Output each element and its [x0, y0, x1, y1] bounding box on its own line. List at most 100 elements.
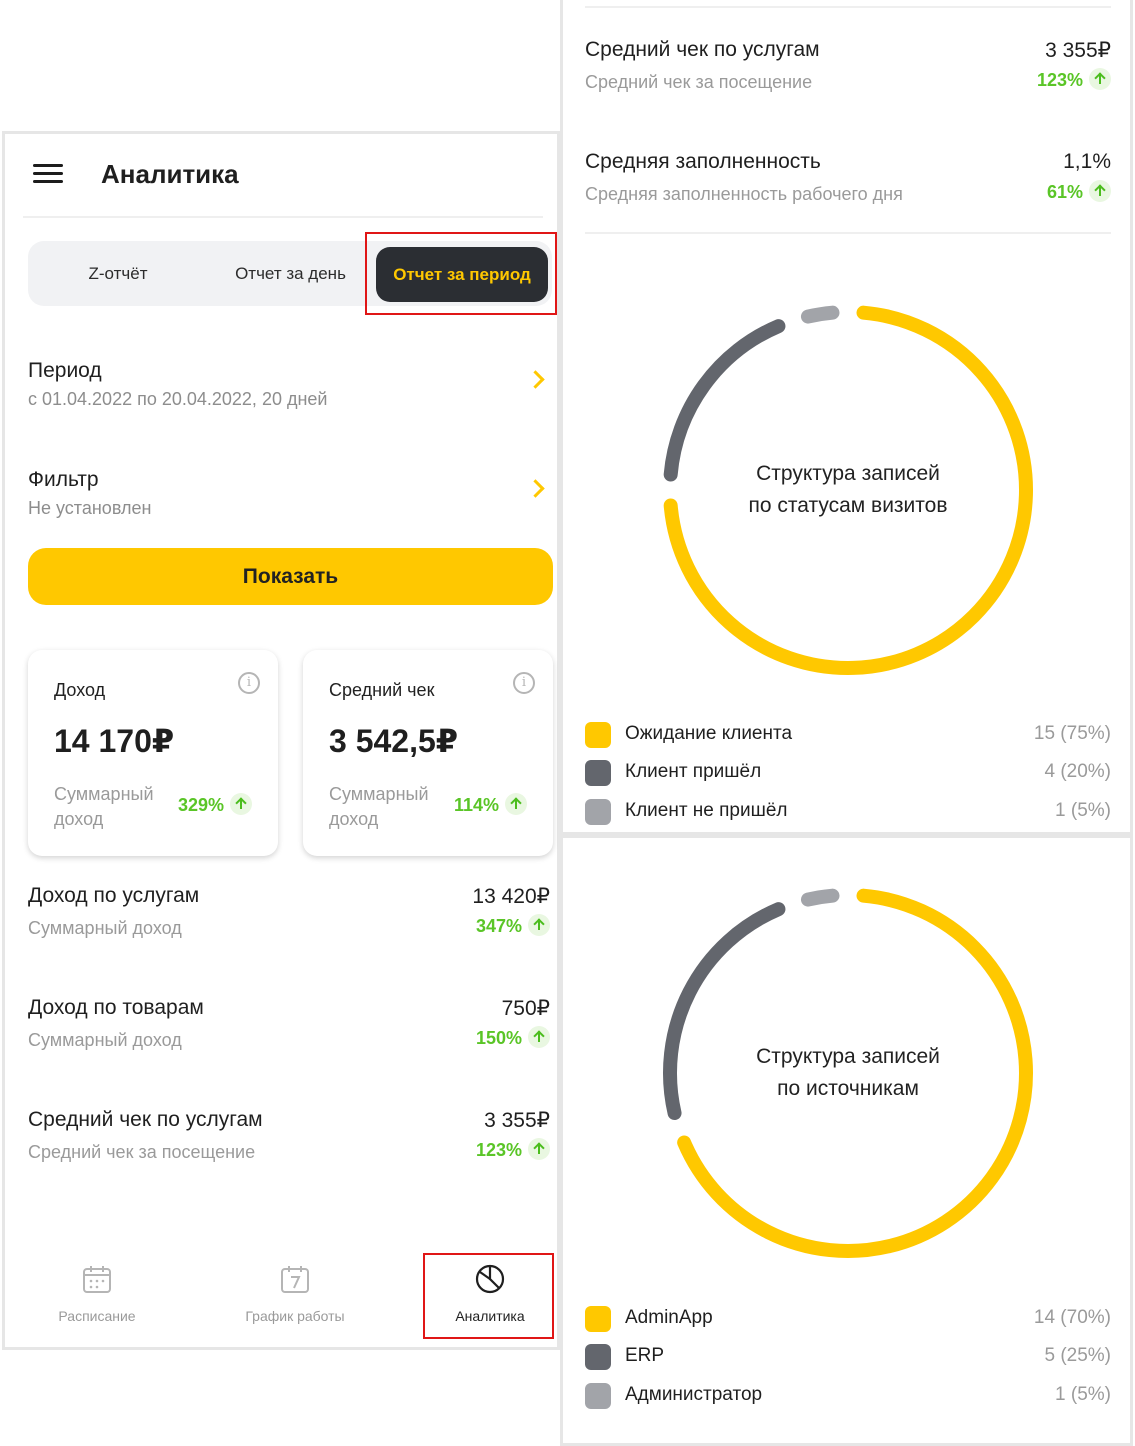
metric-subtitle: Средний чек за посещение	[585, 72, 813, 92]
calendar-icon	[83, 1266, 111, 1293]
metric-percent: 347%	[476, 914, 550, 938]
metric-subtitle: Суммарный доход	[28, 1030, 182, 1050]
metric-title: Средняя заполненность	[585, 150, 821, 173]
nav-schedule[interactable]: Расписание	[5, 1244, 189, 1344]
chart-title-line-1: Структура записей	[756, 462, 940, 485]
card-value: 3 542,5₽	[329, 723, 459, 759]
filter-value: Не установлен	[28, 498, 152, 518]
legend-label: Администратор	[625, 1384, 763, 1405]
source-donut-chart: Структура записей по источникам	[658, 883, 1038, 1263]
legend-item: AdminApp 14 (70%)	[585, 1305, 1111, 1333]
metric-average-occupancy: Средняя заполненность Средняя заполненно…	[585, 150, 1111, 220]
card-subtitle: Суммарный доход	[329, 784, 429, 829]
legend-count: 15 (75%)	[1033, 723, 1111, 744]
legend-item: Ожидание клиента 15 (75%)	[585, 721, 1111, 749]
legend-count: 1 (5%)	[1055, 800, 1111, 821]
highlight-frame	[423, 1253, 554, 1339]
average-check-card: Средний чек i 3 542,5₽ Суммарный доход 1…	[303, 650, 553, 856]
legend-swatch	[585, 760, 611, 786]
status-donut-chart: Структура записей по статусам визитов	[658, 300, 1038, 680]
legend-item: ERP 5 (25%)	[585, 1343, 1111, 1371]
menu-icon[interactable]	[33, 164, 63, 184]
calendar-7-icon	[281, 1266, 309, 1293]
metric-value: 750₽	[501, 997, 550, 1020]
period-value: с 01.04.2022 по 20.04.2022, 20 дней	[28, 389, 328, 409]
metric-subtitle: Средний чек за посещение	[28, 1142, 256, 1162]
chart-title-line-2: по статусам визитов	[748, 494, 948, 517]
tab-day-report[interactable]: Отчет за день	[208, 241, 373, 306]
divider	[585, 6, 1111, 8]
arrow-up-icon	[230, 793, 252, 816]
metric-percent: 150%	[476, 1026, 550, 1050]
show-button[interactable]: Показать	[28, 548, 553, 605]
arrow-up-icon	[1089, 68, 1111, 91]
chart-title-line-1: Структура записей	[756, 1045, 940, 1068]
highlight-frame	[365, 232, 557, 315]
tab-z-report[interactable]: Z-отчёт	[28, 241, 208, 306]
metric-service-average-check: Средний чек по услугам Средний чек за по…	[585, 38, 1111, 108]
card-label: Доход	[54, 680, 106, 700]
metric-value: 1,1%	[1063, 150, 1111, 173]
page-title: Аналитика	[101, 159, 239, 189]
filter-selector[interactable]: Фильтр Не установлен	[28, 468, 548, 519]
nav-label: Расписание	[58, 1308, 136, 1324]
metric-title: Средний чек по услугам	[28, 1108, 263, 1131]
status-structure-panel: Средний чек по услугам Средний чек за по…	[560, 0, 1133, 835]
metric-service-average-check: Средний чек по услугам Средний чек за по…	[28, 1108, 550, 1178]
analytics-screen: Аналитика Z-отчёт Отчет за день Отчет за…	[2, 131, 560, 1350]
legend-item: Администратор 1 (5%)	[585, 1382, 1111, 1410]
app-header: Аналитика	[23, 134, 543, 218]
metric-subtitle: Суммарный доход	[28, 918, 182, 938]
legend-swatch	[585, 722, 611, 748]
donut-segment-2	[800, 305, 840, 324]
legend-label: Клиент пришёл	[625, 761, 762, 782]
info-icon[interactable]: i	[513, 672, 535, 694]
metric-title: Доход по услугам	[28, 884, 200, 907]
metric-value: 3 355₽	[1045, 39, 1111, 62]
metric-value: 3 355₽	[484, 1109, 550, 1132]
legend-swatch	[585, 1383, 611, 1409]
arrow-up-icon	[528, 914, 550, 937]
source-structure-panel: Структура записей по источникам AdminApp…	[560, 835, 1133, 1446]
metric-title: Доход по товарам	[28, 996, 204, 1019]
legend-swatch	[585, 1344, 611, 1370]
metric-value: 13 420₽	[472, 885, 550, 908]
legend-count: 1 (5%)	[1055, 1384, 1111, 1405]
period-title: Период	[28, 359, 102, 382]
legend-label: Ожидание клиента	[625, 723, 793, 744]
card-percent: 329%	[178, 793, 252, 817]
legend-item: Клиент пришёл 4 (20%)	[585, 759, 1111, 787]
legend-item: Клиент не пришёл 1 (5%)	[585, 798, 1111, 826]
legend-label: ERP	[625, 1345, 665, 1366]
nav-label: График работы	[245, 1308, 345, 1324]
metric-service-income: Доход по услугам Суммарный доход 13 420₽…	[28, 884, 550, 954]
legend-count: 14 (70%)	[1033, 1307, 1111, 1328]
legend-count: 4 (20%)	[1044, 761, 1111, 782]
nav-work-schedule[interactable]: График работы	[203, 1244, 387, 1344]
metric-percent: 123%	[476, 1138, 550, 1162]
card-percent: 114%	[454, 793, 527, 817]
legend-label: AdminApp	[625, 1307, 713, 1328]
legend-count: 5 (25%)	[1044, 1345, 1111, 1366]
divider	[585, 232, 1111, 234]
card-subtitle: Суммарный доход	[54, 784, 154, 829]
filter-title: Фильтр	[28, 468, 99, 491]
legend-label: Клиент не пришёл	[625, 800, 788, 821]
arrow-up-icon	[1089, 180, 1111, 203]
card-label: Средний чек	[329, 680, 435, 700]
donut-segment-1	[663, 319, 786, 482]
info-icon[interactable]: i	[238, 672, 260, 694]
donut-segment-2	[800, 888, 840, 907]
period-selector[interactable]: Период с 01.04.2022 по 20.04.2022, 20 дн…	[28, 359, 548, 410]
card-value: 14 170₽	[54, 723, 175, 759]
legend-swatch	[585, 1306, 611, 1332]
income-card: Доход i 14 170₽ Суммарный доход 329%	[28, 650, 278, 856]
arrow-up-icon	[528, 1026, 550, 1049]
metric-percent: 123%	[1037, 68, 1111, 92]
legend-swatch	[585, 799, 611, 825]
arrow-up-icon	[505, 793, 527, 816]
chart-title-line-2: по источникам	[777, 1077, 919, 1100]
metric-goods-income: Доход по товарам Суммарный доход 750₽ 15…	[28, 996, 550, 1066]
metric-title: Средний чек по услугам	[585, 38, 820, 61]
metric-percent: 61%	[1047, 180, 1111, 204]
